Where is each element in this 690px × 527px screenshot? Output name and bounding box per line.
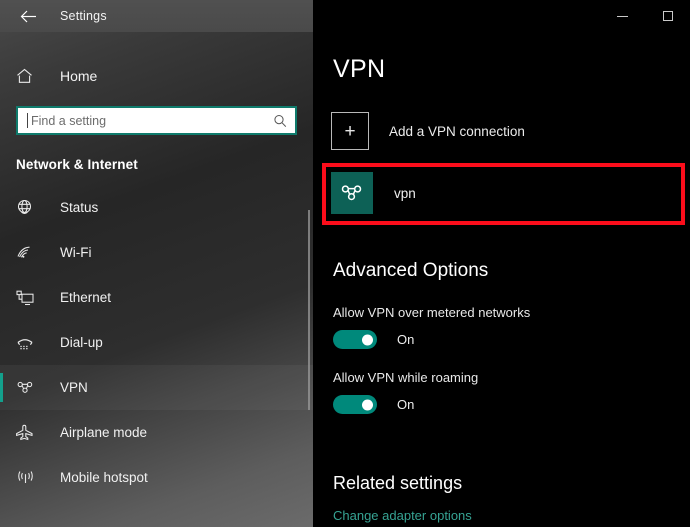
sidebar-item-wifi[interactable]: Wi-Fi xyxy=(0,230,313,275)
page-title: VPN xyxy=(333,55,385,84)
ethernet-icon xyxy=(16,290,42,306)
option-while-roaming: Allow VPN while roaming On xyxy=(333,370,478,414)
option-metered-networks-label: Allow VPN over metered networks xyxy=(333,305,530,320)
change-adapter-options-link[interactable]: Change adapter options xyxy=(333,508,472,523)
sidebar-item-status[interactable]: Status xyxy=(0,185,313,230)
text-caret xyxy=(27,113,28,128)
option-metered-networks: Allow VPN over metered networks On xyxy=(333,305,530,349)
settings-window: Settings Home Network & Internet xyxy=(0,0,690,527)
wifi-icon xyxy=(16,245,42,260)
window-controls xyxy=(600,0,690,32)
sidebar: Settings Home Network & Internet xyxy=(0,0,313,527)
sidebar-nav: Status Wi-Fi xyxy=(0,185,313,500)
sidebar-item-home-label: Home xyxy=(60,68,97,84)
phone-icon xyxy=(16,335,42,351)
sidebar-item-ethernet[interactable]: Ethernet xyxy=(0,275,313,320)
related-settings-title: Related settings xyxy=(333,473,462,494)
toggle-knob xyxy=(362,334,373,345)
sidebar-item-mobile-hotspot-label: Mobile hotspot xyxy=(60,470,148,485)
title-bar: Settings xyxy=(0,0,313,32)
vpn-icon xyxy=(16,380,42,395)
minimize-icon[interactable] xyxy=(600,0,645,32)
main-content: VPN + Add a VPN connection vpn Advanced … xyxy=(313,0,690,527)
vpn-connection-item[interactable]: vpn xyxy=(331,172,416,214)
vpn-connection-icon xyxy=(331,172,373,214)
add-vpn-connection-button[interactable]: + Add a VPN connection xyxy=(331,112,525,150)
sidebar-scrollbar[interactable] xyxy=(308,210,310,410)
toggle-while-roaming[interactable] xyxy=(333,395,377,414)
advanced-options-title: Advanced Options xyxy=(333,260,488,282)
back-arrow-icon[interactable] xyxy=(14,4,42,28)
hotspot-icon xyxy=(16,470,42,486)
search-box[interactable] xyxy=(16,106,297,135)
app-title: Settings xyxy=(60,9,107,23)
plus-icon: + xyxy=(331,112,369,150)
sidebar-item-ethernet-label: Ethernet xyxy=(60,290,111,305)
search-input[interactable] xyxy=(31,114,273,128)
sidebar-item-vpn-label: VPN xyxy=(60,380,88,395)
sidebar-item-home[interactable]: Home xyxy=(0,54,313,98)
sidebar-item-vpn[interactable]: VPN xyxy=(0,365,313,410)
toggle-metered-networks[interactable] xyxy=(333,330,377,349)
sidebar-item-airplane-mode-label: Airplane mode xyxy=(60,425,147,440)
add-vpn-connection-label: Add a VPN connection xyxy=(389,124,525,139)
sidebar-item-wifi-label: Wi-Fi xyxy=(60,245,91,260)
sidebar-category-title: Network & Internet xyxy=(0,157,313,172)
search-icon[interactable] xyxy=(273,114,287,128)
sidebar-item-dialup[interactable]: Dial-up xyxy=(0,320,313,365)
sidebar-item-status-label: Status xyxy=(60,200,98,215)
home-icon xyxy=(16,68,42,84)
maximize-icon[interactable] xyxy=(645,0,690,32)
option-while-roaming-label: Allow VPN while roaming xyxy=(333,370,478,385)
toggle-knob xyxy=(362,399,373,410)
sidebar-item-airplane-mode[interactable]: Airplane mode xyxy=(0,410,313,455)
vpn-connection-name: vpn xyxy=(394,186,416,201)
globe-icon xyxy=(16,199,42,216)
toggle-while-roaming-state: On xyxy=(397,397,414,412)
sidebar-item-dialup-label: Dial-up xyxy=(60,335,103,350)
toggle-metered-networks-state: On xyxy=(397,332,414,347)
sidebar-item-mobile-hotspot[interactable]: Mobile hotspot xyxy=(0,455,313,500)
airplane-icon xyxy=(16,424,42,441)
